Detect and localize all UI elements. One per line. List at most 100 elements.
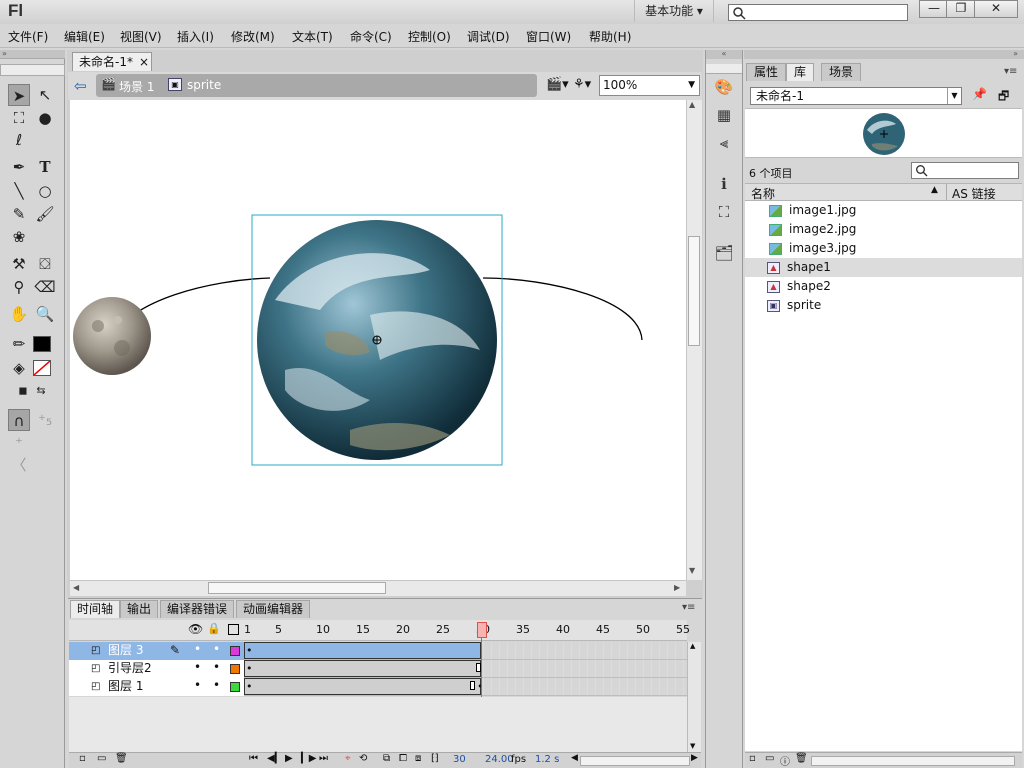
- frames-row-1[interactable]: • •: [244, 678, 687, 696]
- stage-vertical-scrollbar[interactable]: ▲ ▼: [686, 100, 702, 580]
- onion-outline-icon[interactable]: ⧠: [399, 753, 407, 764]
- timeline-panel-menu-icon[interactable]: ▾≡: [682, 602, 695, 613]
- delete-icon[interactable]: 🗑: [795, 753, 808, 764]
- transform-panel-icon[interactable]: ⛶: [711, 201, 737, 223]
- minimize-button[interactable]: —: [919, 0, 949, 18]
- layer-row-3[interactable]: ◰ 图层 3 ✎ • •: [69, 642, 244, 660]
- menu-text[interactable]: 文本(T): [292, 28, 333, 45]
- scroll-right-icon[interactable]: ▶: [674, 583, 680, 592]
- library-item[interactable]: ▣ sprite: [745, 296, 1022, 315]
- color-panel-icon[interactable]: 🎨: [711, 76, 737, 98]
- menu-commands[interactable]: 命令(C): [350, 28, 392, 45]
- frames-row-3[interactable]: •: [244, 642, 687, 660]
- document-tab[interactable]: 未命名-1* ×: [72, 52, 152, 71]
- onion-skin-icon[interactable]: ⧉: [383, 753, 390, 764]
- back-arrow-icon[interactable]: ⇦: [74, 77, 92, 95]
- new-symbol-icon[interactable]: ▫: [749, 753, 756, 764]
- lock-dot[interactable]: •: [213, 659, 220, 676]
- sort-asc-icon[interactable]: ▲: [931, 185, 938, 195]
- horizontal-scroll-thumb[interactable]: [208, 582, 386, 594]
- earth-sprite[interactable]: [257, 220, 497, 460]
- align-panel-icon[interactable]: ⫷: [711, 132, 737, 154]
- free-transform-tool-icon[interactable]: ⛶: [8, 107, 30, 129]
- step-back-icon[interactable]: ◀▎: [267, 753, 282, 764]
- play-icon[interactable]: ▶: [285, 753, 293, 764]
- close-button[interactable]: ✕: [974, 0, 1018, 18]
- tab-properties[interactable]: 属性: [746, 63, 787, 81]
- scroll-up-icon[interactable]: ▲: [690, 642, 695, 650]
- lock-dot[interactable]: •: [213, 641, 220, 658]
- new-folder-icon[interactable]: ▭: [97, 753, 106, 764]
- show-hide-eye-icon[interactable]: 👁: [188, 622, 203, 636]
- visibility-dot[interactable]: •: [194, 677, 201, 694]
- tab-timeline[interactable]: 时间轴: [70, 600, 121, 618]
- menu-window[interactable]: 窗口(W): [526, 28, 571, 45]
- strip-grip[interactable]: «: [706, 50, 742, 59]
- brush-tool-icon[interactable]: 🖌: [34, 203, 56, 225]
- scroll-down-icon[interactable]: ▼: [689, 566, 695, 575]
- menu-view[interactable]: 视图(V): [120, 28, 162, 45]
- scroll-up-icon[interactable]: ▲: [689, 100, 695, 109]
- bone-tool-icon[interactable]: ⚒: [8, 253, 30, 275]
- outline-icon[interactable]: [228, 624, 239, 635]
- menu-modify[interactable]: 修改(M): [231, 28, 275, 45]
- tab-compiler-errors[interactable]: 编译器错误: [160, 600, 235, 618]
- end-frame-marker[interactable]: [470, 681, 475, 690]
- frame-span[interactable]: [244, 678, 481, 695]
- pin-library-icon[interactable]: 📌: [972, 87, 987, 101]
- pen-tool-icon[interactable]: ✒: [8, 156, 30, 178]
- library-item[interactable]: ▲ shape2: [745, 277, 1022, 296]
- layer-name[interactable]: 图层 1: [108, 678, 143, 695]
- stage-canvas[interactable]: [70, 100, 686, 580]
- restore-button[interactable]: ❐: [946, 0, 976, 18]
- column-name[interactable]: 名称: [751, 185, 775, 202]
- tab-motion-editor[interactable]: 动画编辑器: [236, 600, 311, 618]
- stage-horizontal-scrollbar[interactable]: ◀ ▶: [70, 580, 686, 596]
- tab-library[interactable]: 库: [786, 63, 815, 81]
- breadcrumb-scene[interactable]: 场景 1: [119, 78, 154, 95]
- swap-colors-icon[interactable]: ⇆: [30, 380, 52, 402]
- keyframe-dot[interactable]: •: [246, 662, 253, 675]
- scroll-left-icon[interactable]: ◀: [571, 753, 578, 763]
- fill-color-swatch[interactable]: [33, 360, 51, 376]
- library-document-select[interactable]: 未命名-1 ▼: [750, 87, 962, 105]
- info-panel-icon[interactable]: ℹ: [711, 173, 737, 195]
- subselection-tool-icon[interactable]: ↖: [34, 84, 56, 106]
- moon-sprite[interactable]: [73, 297, 151, 375]
- library-item[interactable]: image1.jpg: [745, 201, 1022, 220]
- workspace-switcher[interactable]: 基本功能 ▾: [634, 0, 714, 22]
- center-frame-icon[interactable]: ⌖: [345, 753, 351, 764]
- layer-outline-color[interactable]: [230, 664, 240, 674]
- frame-span[interactable]: [244, 642, 481, 659]
- delete-layer-icon[interactable]: 🗑: [115, 753, 128, 764]
- keyframe-dot[interactable]: •: [246, 644, 253, 657]
- deco-tool-icon[interactable]: ❀: [8, 226, 30, 248]
- frame-ruler[interactable]: 1 5 10 15 20 25 30 35 40 45 50 55: [244, 621, 690, 639]
- layer-row-guide[interactable]: ◰ 引导层2 • •: [69, 660, 244, 678]
- layer-outline-color[interactable]: [230, 646, 240, 656]
- edit-multiple-icon[interactable]: ⧈: [415, 753, 421, 764]
- step-forward-icon[interactable]: ▎▶: [301, 753, 316, 764]
- visibility-dot[interactable]: •: [194, 659, 201, 676]
- stroke-color-swatch[interactable]: [33, 336, 51, 352]
- layer-outline-color[interactable]: [230, 682, 240, 692]
- layer-row-1[interactable]: ◰ 图层 1 • •: [69, 678, 244, 696]
- components-panel-icon[interactable]: 🗂: [711, 242, 737, 264]
- library-search-input[interactable]: [911, 162, 1019, 179]
- tab-scene[interactable]: 场景: [821, 63, 862, 81]
- straighten-icon[interactable]: ⁺〈: [8, 432, 30, 474]
- new-folder-icon[interactable]: ▭: [765, 753, 774, 764]
- library-panel-grip[interactable]: »: [744, 50, 1024, 59]
- lock-icon[interactable]: 🔒: [207, 622, 221, 635]
- edit-scene-icon[interactable]: 🎬▾: [546, 77, 569, 92]
- line-tool-icon[interactable]: ╲: [8, 180, 30, 202]
- modify-markers-icon[interactable]: ⁅⁆: [431, 753, 439, 764]
- scroll-right-icon[interactable]: ▶: [691, 753, 698, 763]
- keyframe-dot[interactable]: •: [246, 680, 253, 693]
- loop-icon[interactable]: ⟲: [359, 753, 367, 764]
- first-frame-icon[interactable]: ⏮: [249, 753, 258, 764]
- eraser-tool-icon[interactable]: ⌫: [34, 276, 56, 298]
- menu-file[interactable]: 文件(F): [8, 28, 48, 45]
- menu-control[interactable]: 控制(O): [408, 28, 451, 45]
- last-frame-icon[interactable]: ⏭: [319, 753, 328, 764]
